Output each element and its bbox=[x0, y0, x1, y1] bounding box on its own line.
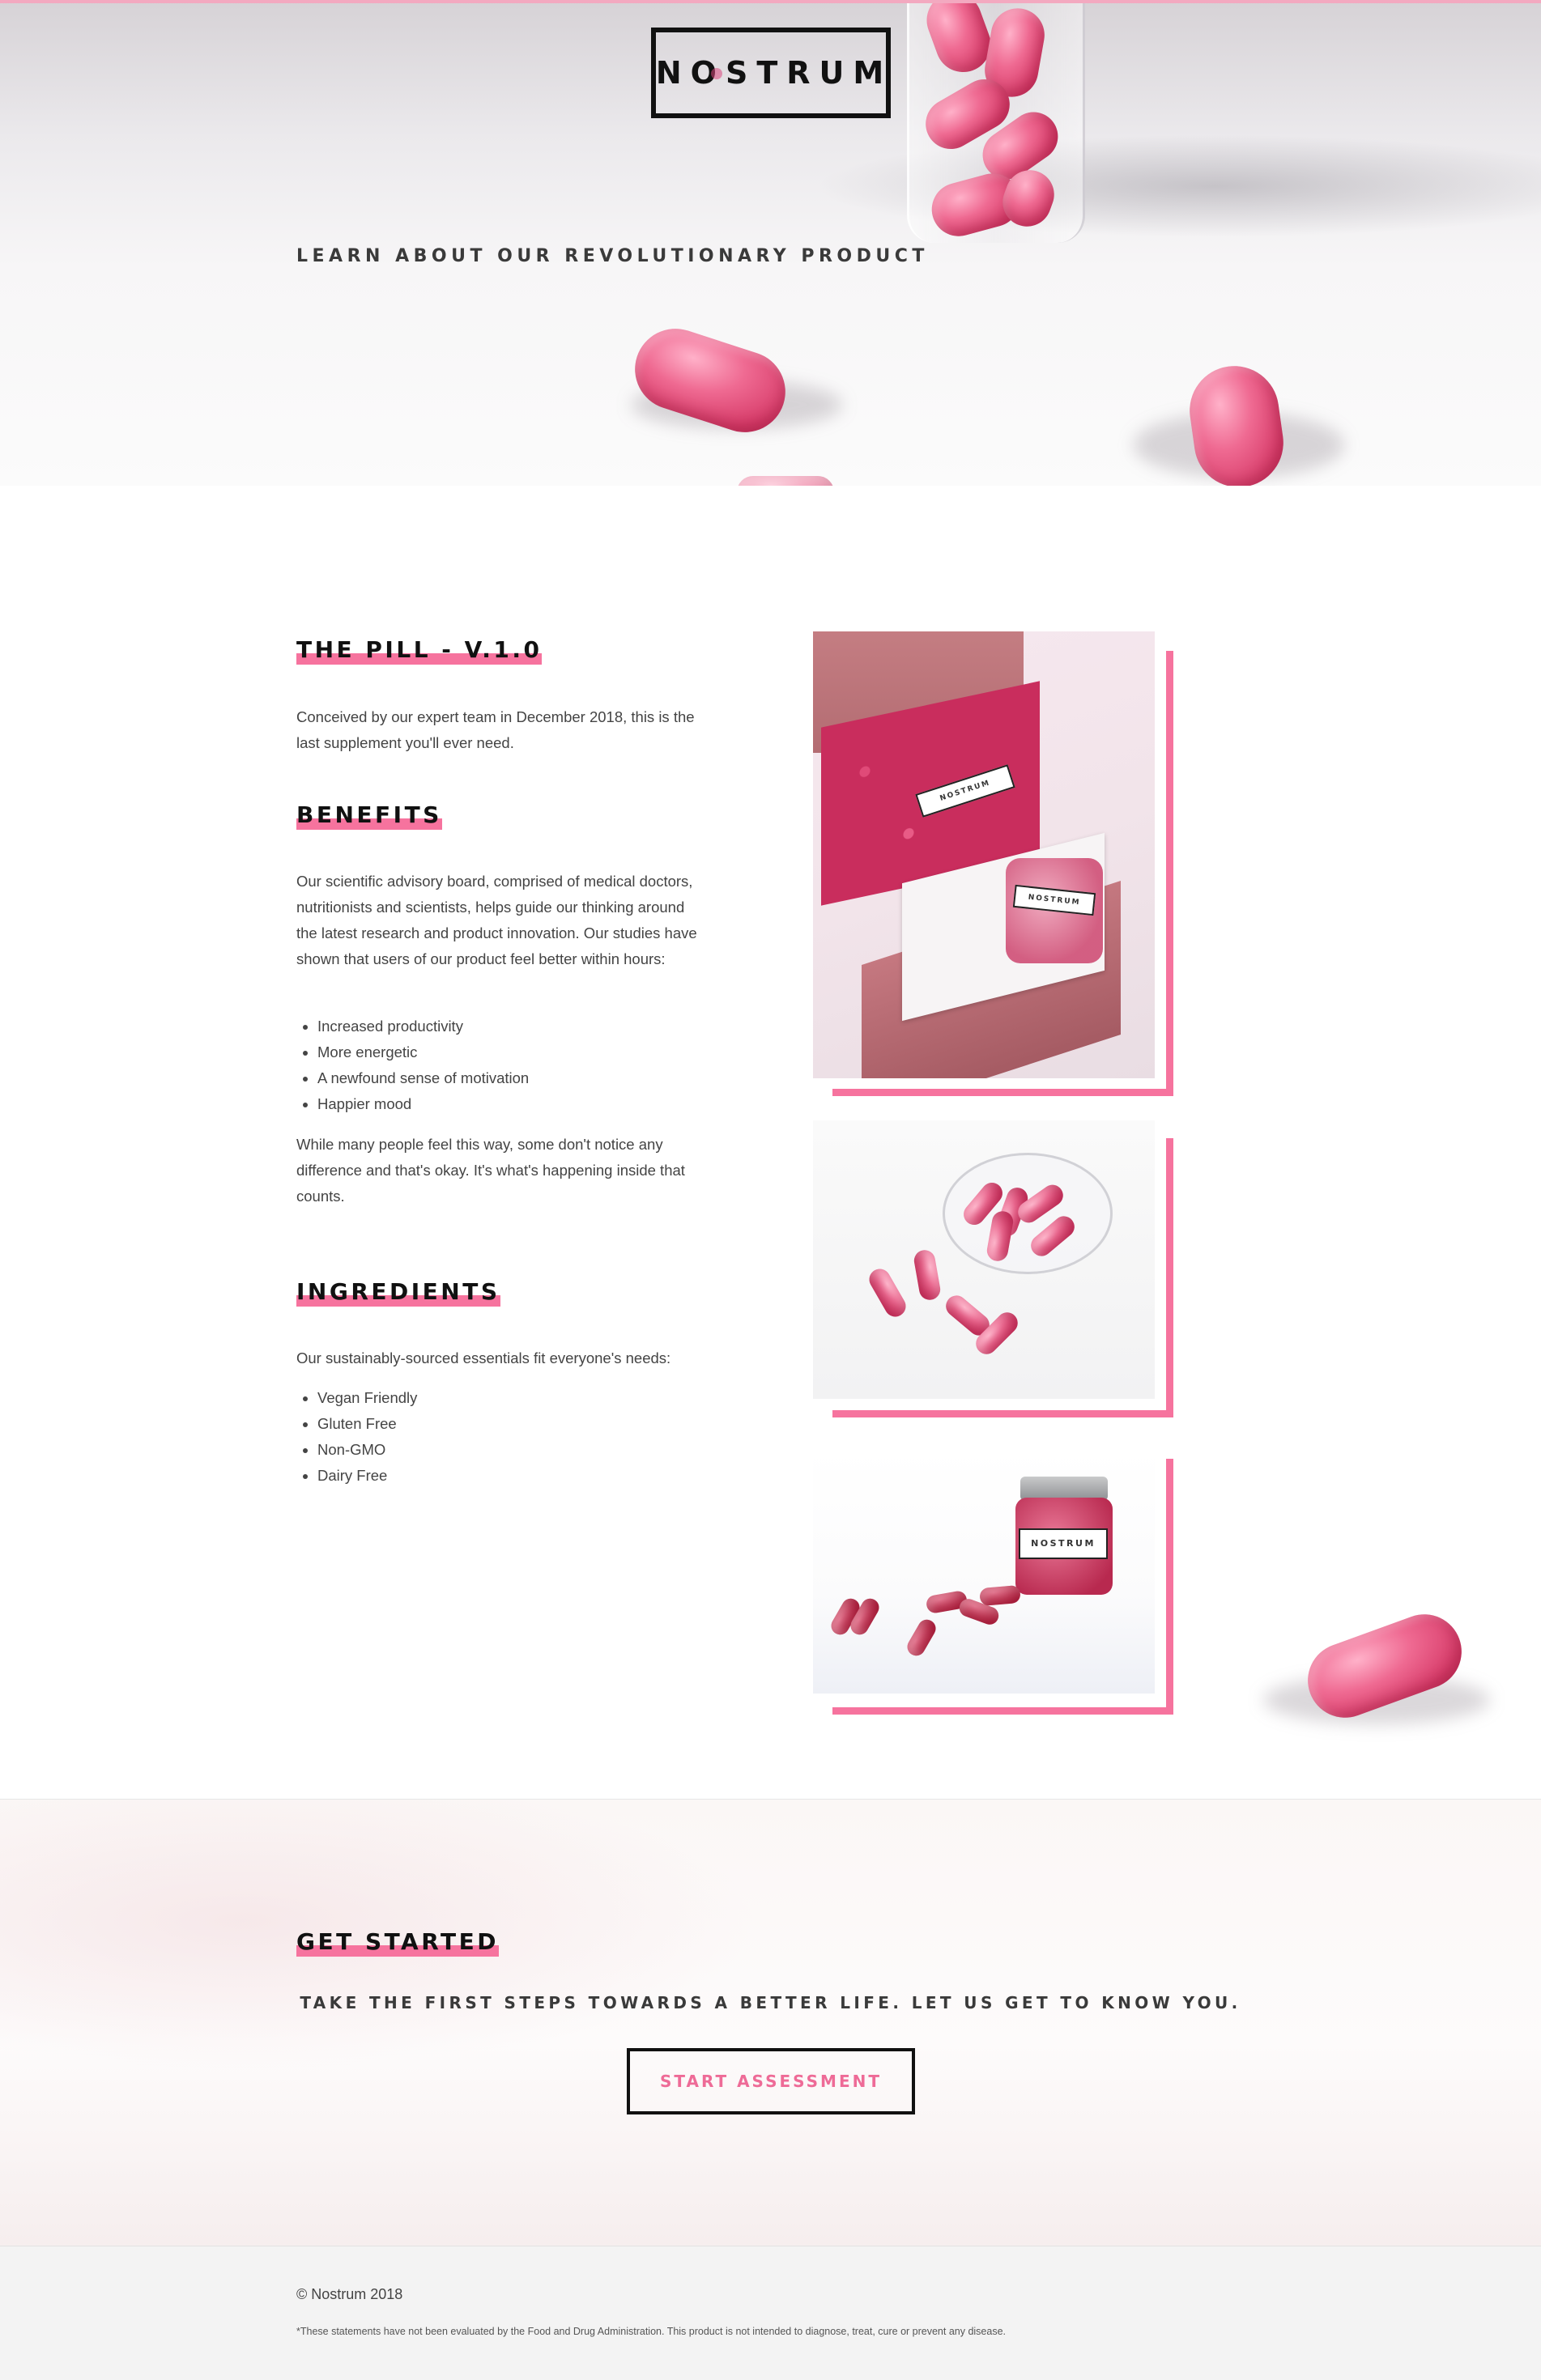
copyright-text: © Nostrum 2018 bbox=[296, 2286, 403, 2302]
photo-frame-accent bbox=[1166, 1459, 1173, 1715]
capsule bbox=[979, 1584, 1021, 1607]
list-item: More energetic bbox=[317, 1039, 701, 1065]
hero-capsule-image bbox=[737, 476, 834, 486]
logo[interactable]: NOSTRUM bbox=[651, 28, 891, 118]
photo-frame-accent bbox=[832, 1707, 1173, 1715]
ingredients-heading-text: INGREDIENTS bbox=[296, 1278, 500, 1305]
pill-intro: Conceived by our expert team in December… bbox=[296, 708, 695, 751]
photo-frame-accent bbox=[1166, 651, 1173, 1096]
logo-text: NOSTRUM bbox=[655, 55, 893, 91]
footer bbox=[0, 2246, 1541, 2380]
product-box-photo: NOSTRUM NOSTRUM bbox=[813, 631, 1155, 1078]
top-accent-line bbox=[0, 0, 1541, 3]
benefits-heading: BENEFITS bbox=[296, 801, 442, 830]
ingredients-heading: INGREDIENTS bbox=[296, 1278, 500, 1307]
list-item: Non-GMO bbox=[317, 1437, 620, 1463]
logo-dot bbox=[711, 68, 722, 79]
fda-disclaimer: *These statements have not been evaluate… bbox=[296, 2326, 1007, 2337]
get-started-heading-text: GET STARTED bbox=[296, 1928, 499, 1955]
list-item: A newfound sense of motivation bbox=[317, 1065, 701, 1091]
get-started-subtitle: TAKE THE FIRST STEPS TOWARDS A BETTER LI… bbox=[300, 1993, 1241, 2012]
photo-frame-accent bbox=[832, 1089, 1173, 1096]
list-item: Increased productivity bbox=[317, 1014, 701, 1039]
capsule bbox=[912, 1248, 943, 1302]
benefits-body: Our scientific advisory board, comprised… bbox=[296, 873, 697, 967]
ingredients-body: Our sustainably-sourced essentials fit e… bbox=[296, 1349, 671, 1366]
benefits-closing: While many people feel this way, some do… bbox=[296, 1136, 685, 1205]
get-started-heading: GET STARTED bbox=[296, 1928, 499, 1957]
photo-frame-accent bbox=[1166, 1138, 1173, 1417]
get-started-section bbox=[0, 1799, 1541, 2246]
list-item: Vegan Friendly bbox=[317, 1385, 620, 1411]
ingredients-list: Vegan Friendly Gluten Free Non-GMO Dairy… bbox=[296, 1385, 620, 1489]
capsule bbox=[865, 1264, 910, 1321]
capsule bbox=[904, 1616, 939, 1660]
list-item: Gluten Free bbox=[317, 1411, 620, 1437]
pill-heading: THE PILL - V.1.0 bbox=[296, 636, 543, 665]
hero-tagline: LEARN ABOUT OUR REVOLUTIONARY PRODUCT bbox=[296, 246, 929, 266]
jar-logo-label: NOSTRUM bbox=[1019, 1528, 1108, 1559]
list-item: Dairy Free bbox=[317, 1463, 620, 1489]
product-jar-photo: NOSTRUM bbox=[813, 1449, 1155, 1694]
pill-heading-text: THE PILL - V.1.0 bbox=[296, 636, 543, 663]
capsules-dish-photo bbox=[813, 1120, 1155, 1399]
start-assessment-button[interactable]: START ASSESSMENT bbox=[627, 2048, 915, 2114]
benefits-list: Increased productivity More energetic A … bbox=[296, 1014, 701, 1117]
photo-frame-accent bbox=[832, 1410, 1173, 1417]
benefits-heading-text: BENEFITS bbox=[296, 801, 442, 828]
list-item: Happier mood bbox=[317, 1091, 701, 1117]
